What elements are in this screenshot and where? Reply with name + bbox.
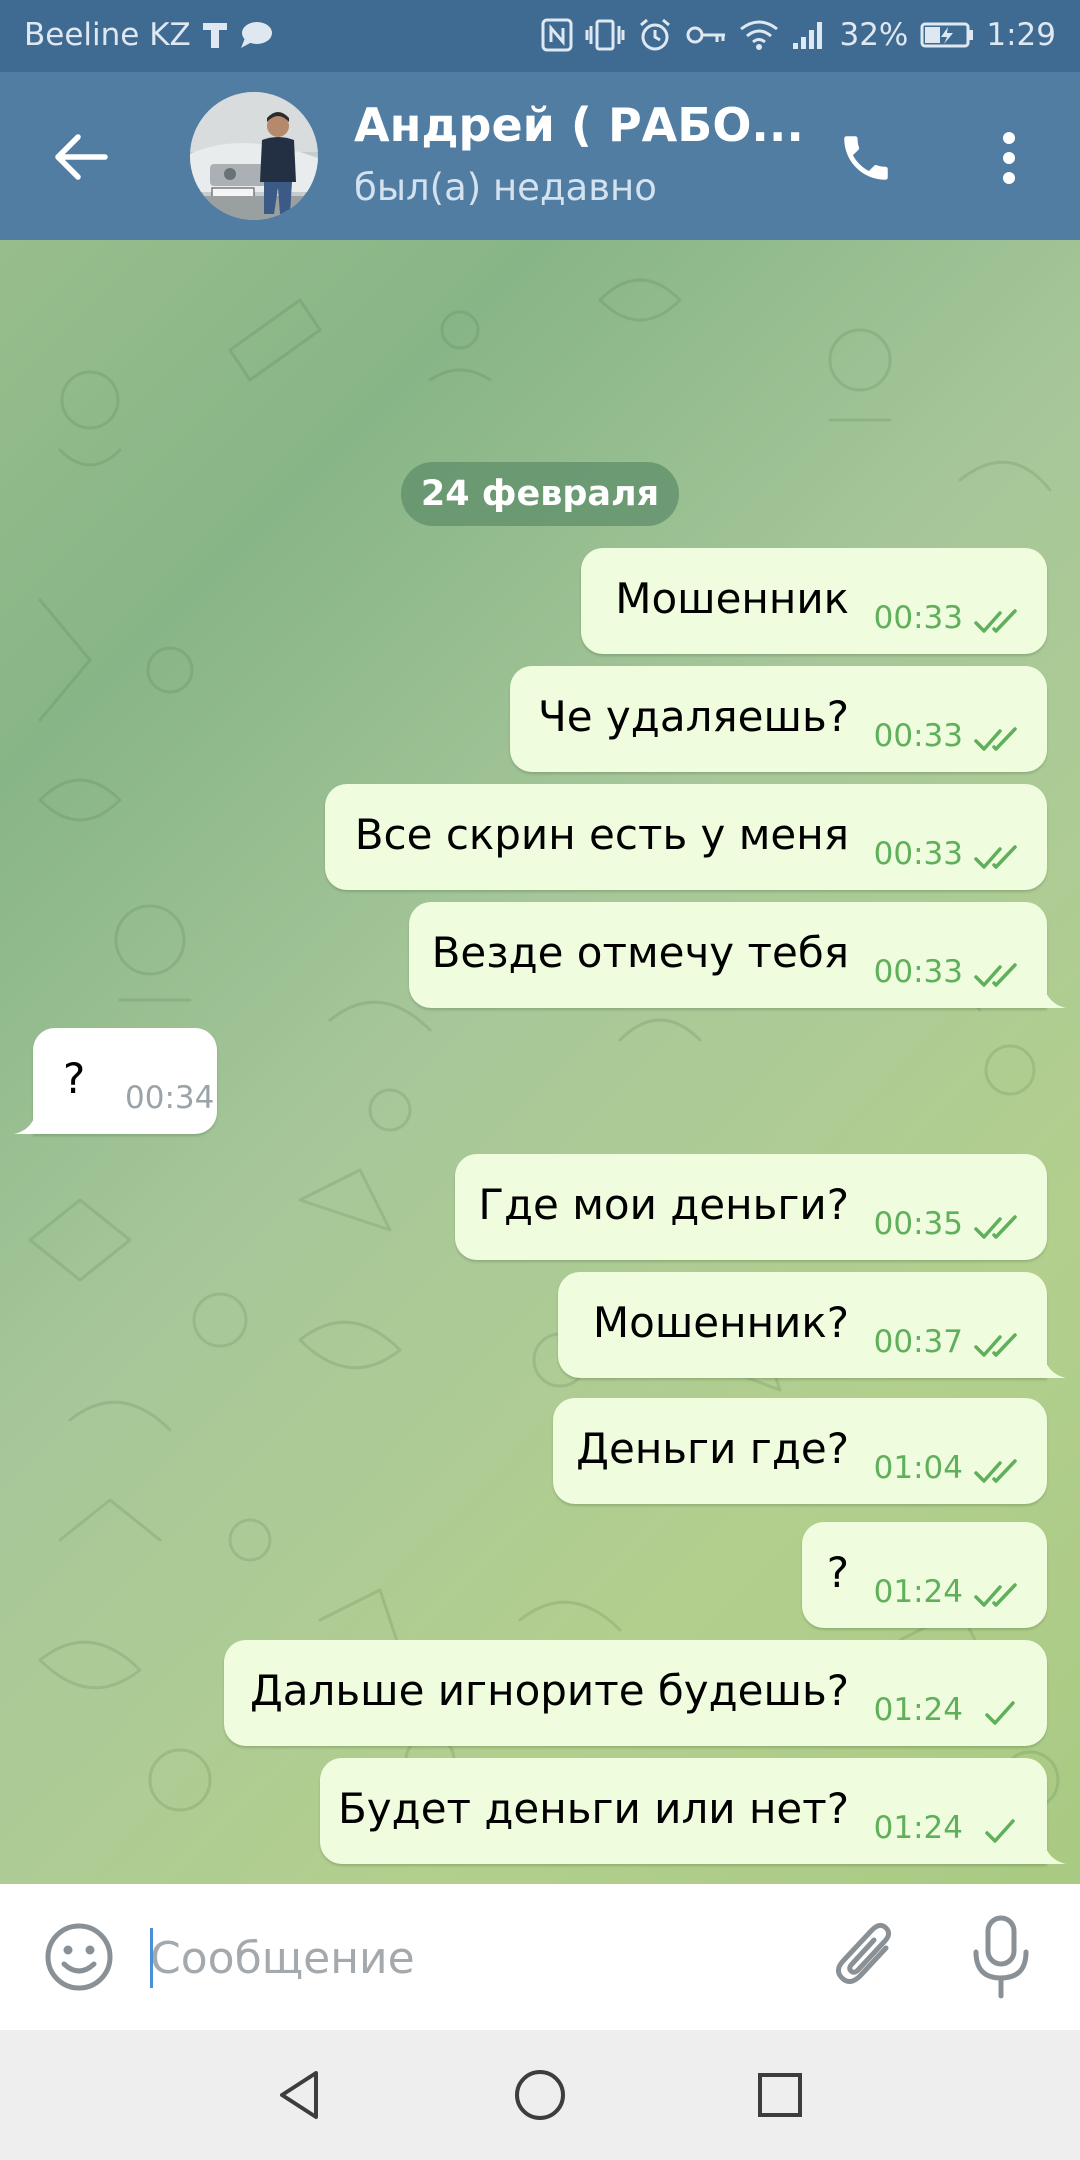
bubble-tail xyxy=(1044,986,1066,1008)
double-check-icon xyxy=(974,1215,1017,1239)
status-bar: Beeline KZ 32% 1:29 xyxy=(0,0,1080,72)
circle-home-icon xyxy=(515,2070,565,2120)
message-composer xyxy=(0,1884,1080,2030)
double-check-icon xyxy=(974,1583,1017,1607)
message-time: 00:33 xyxy=(873,836,963,872)
message-time: 00:34 xyxy=(125,1080,215,1116)
nfc-icon xyxy=(541,18,573,52)
double-check-icon xyxy=(974,1459,1017,1483)
square-recents-icon xyxy=(758,2073,802,2117)
microphone-icon[interactable] xyxy=(968,1914,1034,2000)
message-text: ? xyxy=(826,1548,849,1597)
more-vertical-icon xyxy=(1003,132,1015,184)
single-check-icon xyxy=(985,1819,1015,1843)
message-text: Где мои деньги? xyxy=(478,1180,849,1229)
bubble-tail xyxy=(1044,1356,1066,1378)
chat-title[interactable]: Андрей ( РАБО... xyxy=(354,98,804,152)
message-list[interactable]: 24 февраля Мошенник 00:33 Че удаляешь? 0… xyxy=(0,240,1080,1884)
bubble-tail xyxy=(14,1112,36,1134)
outgoing-message[interactable]: Дальше игнорите будешь? 01:24 xyxy=(224,1640,1047,1746)
arrow-left-icon xyxy=(55,134,108,180)
message-time: 01:24 xyxy=(873,1574,963,1610)
message-time: 00:33 xyxy=(873,718,963,754)
avatar[interactable] xyxy=(190,92,318,220)
message-text: Все скрин есть у меня xyxy=(354,810,849,859)
triangle-back-icon xyxy=(280,2071,318,2119)
bubble-tail xyxy=(1044,1842,1066,1864)
message-time: 01:04 xyxy=(873,1450,963,1486)
message-time: 00:37 xyxy=(873,1324,963,1360)
message-time: 00:33 xyxy=(873,954,963,990)
outgoing-message[interactable]: Че удаляешь? 00:33 xyxy=(510,666,1047,772)
message-text: Че удаляешь? xyxy=(537,692,849,741)
more-options-button[interactable] xyxy=(974,120,1044,196)
message-text: Мошенник xyxy=(615,574,849,623)
single-check-icon xyxy=(985,1701,1015,1725)
outgoing-message[interactable]: Все скрин есть у меня 00:33 xyxy=(325,784,1047,890)
emoji-icon[interactable] xyxy=(42,1920,116,1994)
outgoing-message[interactable]: Где мои деньги? 00:35 xyxy=(455,1154,1047,1260)
message-time: 01:24 xyxy=(873,1810,963,1846)
battery-percent: 32% xyxy=(839,17,909,53)
nav-back-button[interactable] xyxy=(260,2055,340,2135)
date-separator: 24 февраля xyxy=(401,462,679,526)
message-text: Везде отмечу тебя xyxy=(431,928,849,977)
chat-bubble-icon xyxy=(239,20,273,50)
vpn-key-icon xyxy=(685,20,727,50)
message-text: Мошенник? xyxy=(592,1298,849,1347)
double-check-icon xyxy=(974,963,1017,987)
double-check-icon xyxy=(974,1333,1017,1357)
outgoing-message[interactable]: ? 01:24 xyxy=(802,1522,1047,1628)
outgoing-message[interactable]: Везде отмечу тебя 00:33 xyxy=(409,902,1047,1008)
telegram-chat-screen: Beeline KZ 32% 1:29 Андрей (РАБО... был… xyxy=(0,0,1080,2160)
message-time: 00:33 xyxy=(873,600,963,636)
message-text: Дальше игнорите будешь? xyxy=(249,1666,849,1715)
contact-photo xyxy=(190,92,318,220)
vibrate-icon xyxy=(585,18,625,52)
message-text: Деньги где? xyxy=(576,1424,849,1473)
back-button[interactable] xyxy=(46,122,116,192)
double-check-icon xyxy=(974,845,1017,869)
clock-time: 1:29 xyxy=(986,17,1056,53)
message-text: ? xyxy=(63,1054,86,1103)
wifi-icon xyxy=(739,19,779,51)
outgoing-message[interactable]: Будет деньги или нет? 01:24 xyxy=(320,1758,1047,1864)
nav-recents-button[interactable] xyxy=(740,2055,820,2135)
outgoing-message[interactable]: Мошенник 00:33 xyxy=(581,548,1047,654)
message-time: 01:24 xyxy=(873,1692,963,1728)
signal-icon xyxy=(791,19,827,51)
paperclip-icon[interactable] xyxy=(828,1918,904,1998)
battery-charging-icon xyxy=(920,21,974,49)
alarm-icon xyxy=(637,17,673,53)
call-button[interactable] xyxy=(826,120,906,196)
message-text: Будет деньги или нет? xyxy=(337,1784,849,1833)
last-seen-status: был(а) недавно xyxy=(354,166,657,209)
incoming-message[interactable]: ? 00:34 xyxy=(33,1028,217,1134)
outgoing-message[interactable]: Деньги где? 01:04 xyxy=(553,1398,1047,1504)
double-check-icon xyxy=(974,609,1017,633)
message-input[interactable] xyxy=(150,1920,790,1996)
nav-home-button[interactable] xyxy=(500,2055,580,2135)
message-time: 00:35 xyxy=(873,1206,963,1242)
tele2-t-icon xyxy=(201,20,229,50)
phone-icon xyxy=(844,136,888,180)
outgoing-message[interactable]: Мошенник? 00:37 xyxy=(558,1272,1047,1378)
chat-header: Андрей ( РАБО... был(а) недавно xyxy=(0,72,1080,240)
system-navigation-bar xyxy=(0,2030,1080,2160)
double-check-icon xyxy=(974,727,1017,751)
carrier-name: Beeline KZ xyxy=(24,17,191,53)
text-cursor xyxy=(150,1928,153,1988)
